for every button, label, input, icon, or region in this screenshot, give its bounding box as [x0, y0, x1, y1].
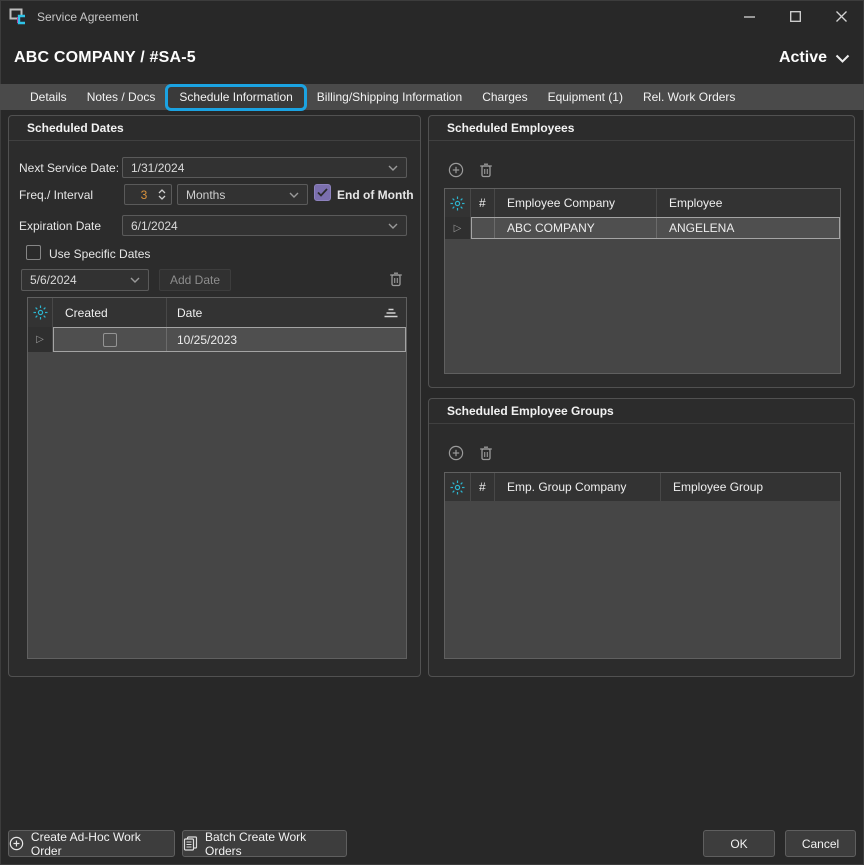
customize-sun-icon [450, 480, 465, 495]
customize-sun-icon [33, 305, 48, 320]
status-value: Active [779, 49, 827, 67]
tab-schedule-information[interactable]: Schedule Information [165, 84, 306, 111]
plus-circle-icon [448, 162, 464, 178]
expiration-date-input[interactable]: 6/1/2024 [122, 215, 407, 236]
column-header-number[interactable]: # [471, 189, 495, 217]
end-of-month-checkbox[interactable] [314, 184, 331, 201]
tab-charges[interactable]: Charges [472, 84, 537, 110]
maximize-icon [790, 11, 801, 22]
freq-unit-select[interactable]: Months [177, 184, 308, 205]
title-bar: Service Agreement [0, 0, 864, 33]
chevron-down-icon [388, 165, 398, 171]
scheduled-dates-panel: Scheduled Dates Next Service Date: 1/31/… [8, 115, 421, 677]
scheduled-employee-groups-title: Scheduled Employee Groups [429, 399, 854, 424]
tab-rel-work-orders[interactable]: Rel. Work Orders [633, 84, 745, 110]
window-controls [726, 0, 864, 33]
minimize-icon [744, 16, 755, 18]
grid-customize-button[interactable] [445, 189, 471, 217]
dates-grid: Created Date ▷ [27, 297, 407, 659]
grid-customize-button[interactable] [28, 298, 53, 327]
plus-circle-icon [9, 836, 24, 851]
chevron-down-icon [388, 223, 398, 229]
employees-grid-header: # Employee Company Employee [445, 189, 840, 217]
minimize-button[interactable] [726, 0, 772, 33]
trash-icon [479, 162, 493, 178]
window-title: Service Agreement [37, 10, 138, 24]
record-title: ABC COMPANY / #SA-5 [14, 49, 196, 67]
employee-cell: ANGELENA [669, 221, 734, 235]
scheduled-employee-groups-panel: Scheduled Employee Groups [428, 398, 855, 677]
status-chevron-icon [835, 54, 850, 63]
add-group-button[interactable] [447, 444, 465, 462]
close-icon [836, 11, 847, 22]
trash-icon [389, 271, 403, 287]
column-header-date[interactable]: Date [167, 298, 406, 327]
close-button[interactable] [818, 0, 864, 33]
customize-sun-icon [450, 196, 465, 211]
dates-grid-header: Created Date [28, 298, 406, 327]
spinner-up-icon [158, 189, 166, 194]
scheduled-dates-title: Scheduled Dates [9, 116, 420, 141]
row-expander-icon[interactable]: ▷ [36, 334, 44, 345]
column-header-employee-group[interactable]: Employee Group [661, 473, 840, 501]
plus-circle-icon [448, 445, 464, 461]
add-date-button[interactable]: Add Date [159, 269, 231, 291]
batch-create-work-orders-button[interactable]: Batch Create Work Orders [182, 830, 347, 857]
service-agreement-dialog: Service Agreement ABC COMPANY / #SA-5 Ac… [0, 0, 864, 865]
chevron-down-icon [130, 277, 140, 283]
tab-details[interactable]: Details [20, 84, 77, 110]
maximize-button[interactable] [772, 0, 818, 33]
employee-company-cell: ABC COMPANY [507, 221, 595, 235]
tab-equipment[interactable]: Equipment (1) [538, 84, 633, 110]
next-service-date-input[interactable]: 1/31/2024 [122, 157, 407, 178]
spinner-down-icon [158, 195, 166, 200]
column-header-created[interactable]: Created [53, 298, 167, 327]
status-dropdown[interactable]: Active [779, 49, 850, 67]
use-specific-dates-checkbox[interactable] [26, 245, 41, 260]
date-cell: 10/25/2023 [177, 333, 237, 347]
add-employee-button[interactable] [447, 161, 465, 179]
spinner-buttons[interactable] [158, 189, 166, 200]
use-specific-dates-label: Use Specific Dates [49, 247, 150, 261]
tab-bar: Details Notes / Docs Schedule Informatio… [0, 84, 864, 110]
ok-button[interactable]: OK [703, 830, 775, 857]
delete-employee-button[interactable] [477, 161, 495, 179]
delete-group-button[interactable] [477, 444, 495, 462]
dates-grid-row[interactable]: ▷ 10/25/2023 [28, 327, 406, 352]
create-adhoc-work-order-button[interactable]: Create Ad-Hoc Work Order [8, 830, 175, 857]
tab-billing-shipping[interactable]: Billing/Shipping Information [307, 84, 472, 110]
employee-groups-grid-header: # Emp. Group Company Employee Group [445, 473, 840, 501]
cancel-button[interactable]: Cancel [785, 830, 856, 857]
delete-date-button[interactable] [387, 270, 405, 288]
freq-interval-spinner[interactable]: 3 [124, 184, 172, 205]
documents-icon [183, 836, 198, 851]
next-service-date-label: Next Service Date: [19, 161, 119, 175]
column-header-employee[interactable]: Employee [657, 189, 840, 217]
new-date-picker[interactable]: 5/6/2024 [21, 269, 149, 291]
grid-customize-button[interactable] [445, 473, 471, 501]
employees-grid: # Employee Company Employee ▷ ABC COMPAN… [444, 188, 841, 374]
app-logo-icon [9, 8, 29, 26]
row-expander-icon[interactable]: ▷ [454, 223, 462, 234]
column-header-group-company[interactable]: Emp. Group Company [495, 473, 661, 501]
record-header: ABC COMPANY / #SA-5 Active [0, 33, 864, 83]
scheduled-employees-title: Scheduled Employees [429, 116, 854, 141]
check-icon [317, 188, 328, 197]
employees-grid-row[interactable]: ▷ ABC COMPANY ANGELENA [445, 217, 840, 239]
column-header-number[interactable]: # [471, 473, 495, 501]
expiration-date-label: Expiration Date [19, 219, 101, 233]
scheduled-employees-panel: Scheduled Employees [428, 115, 855, 388]
employee-groups-grid: # Emp. Group Company Employee Group [444, 472, 841, 659]
tab-notes-docs[interactable]: Notes / Docs [77, 84, 166, 110]
chevron-down-icon [289, 192, 299, 198]
freq-interval-label: Freq./ Interval [19, 188, 93, 202]
sort-icon[interactable] [384, 308, 398, 318]
end-of-month-label: End of Month [337, 188, 414, 202]
created-checkbox[interactable] [103, 333, 117, 347]
column-header-employee-company[interactable]: Employee Company [495, 189, 657, 217]
trash-icon [479, 445, 493, 461]
